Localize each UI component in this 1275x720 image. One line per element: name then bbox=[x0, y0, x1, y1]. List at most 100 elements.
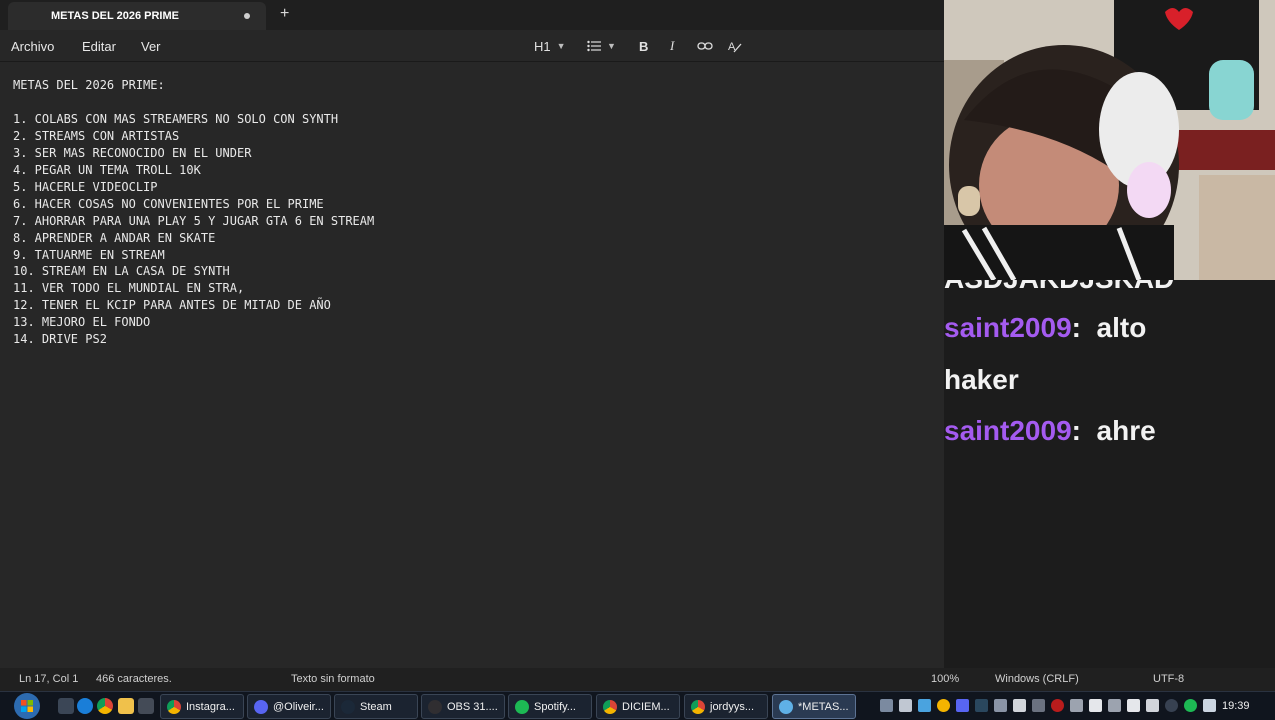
tray-icon[interactable] bbox=[918, 699, 931, 712]
tray-icon[interactable] bbox=[1051, 699, 1064, 712]
tray-icon[interactable] bbox=[1032, 699, 1045, 712]
heading-dropdown[interactable]: H1 ▼ bbox=[534, 36, 566, 56]
text-editor[interactable]: METAS DEL 2026 PRIME: 1. COLABS CON MAS … bbox=[0, 63, 944, 663]
tray-icon[interactable] bbox=[1108, 699, 1121, 712]
taskbar-task-label: OBS 31.... bbox=[447, 700, 498, 713]
document-line[interactable]: 7. AHORRAR PARA UNA PLAY 5 Y JUGAR GTA 6… bbox=[13, 213, 374, 230]
microphone-icon[interactable] bbox=[1146, 699, 1159, 712]
document-line[interactable]: 13. MEJORO EL FONDO bbox=[13, 314, 374, 331]
volume-icon[interactable] bbox=[1203, 699, 1216, 712]
document-line[interactable]: 5. HACERLE VIDEOCLIP bbox=[13, 179, 374, 196]
taskbar-task-label: @Oliveir... bbox=[273, 700, 324, 713]
chat-message-continuation: haker bbox=[944, 364, 1019, 396]
taskbar-task-label: DICIEM... bbox=[622, 700, 670, 713]
tray-icon[interactable] bbox=[1070, 699, 1083, 712]
document-line[interactable]: 2. STREAMS CON ARTISTAS bbox=[13, 128, 374, 145]
spotify-tray-icon[interactable] bbox=[1184, 699, 1197, 712]
heading-label: H1 bbox=[534, 38, 551, 54]
screen: METAS DEL 2026 PRIME + Archivo Editar Ve… bbox=[0, 0, 1275, 720]
taskbar-task-button[interactable]: *METAS... bbox=[772, 694, 856, 719]
settings-tray-icon[interactable] bbox=[880, 699, 893, 712]
steam-icon bbox=[341, 699, 355, 714]
document-line[interactable]: 12. TENER EL KCIP PARA ANTES DE MITAD DE… bbox=[13, 297, 374, 314]
folder-icon[interactable] bbox=[118, 698, 134, 714]
bold-button[interactable]: B bbox=[639, 36, 648, 56]
start-button[interactable] bbox=[10, 692, 44, 720]
tray-icon[interactable] bbox=[994, 699, 1007, 712]
taskbar-task-button[interactable]: Spotify... bbox=[508, 694, 592, 719]
document-body[interactable]: METAS DEL 2026 PRIME: 1. COLABS CON MAS … bbox=[13, 77, 374, 348]
chat-message-text: ASDJAKDJSKAD bbox=[944, 280, 1174, 294]
clear-formatting-icon: A bbox=[728, 41, 742, 53]
chevron-down-icon: ▼ bbox=[607, 41, 616, 51]
link-button[interactable] bbox=[697, 36, 713, 56]
discord-icon bbox=[254, 699, 268, 714]
obs-icon bbox=[428, 699, 442, 714]
document-line[interactable]: 8. APRENDER A ANDAR EN SKATE bbox=[13, 230, 374, 247]
steam-tray-icon[interactable] bbox=[975, 699, 988, 712]
tray-icon[interactable] bbox=[1089, 699, 1102, 712]
character-count: 466 caracteres. bbox=[96, 673, 172, 685]
chrome-icon[interactable] bbox=[97, 698, 113, 714]
spotify-icon bbox=[515, 699, 529, 714]
chat-message-text: alto bbox=[1096, 312, 1147, 343]
tray-icon[interactable] bbox=[1013, 699, 1026, 712]
show-desktop-icon[interactable] bbox=[58, 698, 74, 714]
taskbar-task-button[interactable]: @Oliveir... bbox=[247, 694, 331, 719]
taskbar-task-label: Instagra... bbox=[186, 700, 235, 713]
tray-icon[interactable] bbox=[899, 699, 912, 712]
tab-title: METAS DEL 2026 PRIME bbox=[51, 10, 179, 22]
battery-icon[interactable] bbox=[1127, 699, 1140, 712]
edge-icon[interactable] bbox=[77, 698, 93, 714]
document-line[interactable]: 14. DRIVE PS2 bbox=[13, 331, 374, 348]
document-line[interactable]: 3. SER MAS RECONOCIDO EN EL UNDER bbox=[13, 145, 374, 162]
clear-format-button[interactable]: A bbox=[728, 36, 742, 56]
taskbar-task-label: *METAS... bbox=[798, 700, 849, 713]
document-line[interactable]: METAS DEL 2026 PRIME: bbox=[13, 77, 374, 94]
taskbar-task-button[interactable]: DICIEM... bbox=[596, 694, 680, 719]
menu-editar[interactable]: Editar bbox=[82, 39, 116, 54]
chrome-icon bbox=[603, 699, 617, 714]
list-dropdown[interactable]: ▼ bbox=[587, 36, 616, 56]
discord-tray-icon[interactable] bbox=[956, 699, 969, 712]
document-line[interactable]: 6. HACER COSAS NO CONVENIENTES POR EL PR… bbox=[13, 196, 374, 213]
encoding[interactable]: UTF-8 bbox=[1153, 673, 1184, 685]
menu-ver[interactable]: Ver bbox=[141, 39, 161, 54]
webcam-feed bbox=[944, 0, 1275, 280]
taskbar-task-label: jordyys... bbox=[710, 700, 755, 713]
status-bar: Ln 17, Col 1 466 caracteres. Texto sin f… bbox=[0, 668, 1275, 691]
taskbar-task-button[interactable]: Instagra... bbox=[160, 694, 244, 719]
document-tab[interactable]: METAS DEL 2026 PRIME bbox=[8, 2, 266, 30]
taskbar-task-label: Spotify... bbox=[534, 700, 576, 713]
pinned-app-icon[interactable] bbox=[138, 698, 154, 714]
document-line[interactable] bbox=[13, 94, 374, 111]
line-ending[interactable]: Windows (CRLF) bbox=[995, 673, 1079, 685]
clock[interactable]: 19:39 bbox=[1222, 700, 1250, 712]
chevron-down-icon: ▼ bbox=[556, 41, 566, 51]
chat-message-text: ahre bbox=[1096, 415, 1156, 446]
chat-username: saint2009 bbox=[944, 415, 1072, 446]
taskbar-task-button[interactable]: OBS 31.... bbox=[421, 694, 505, 719]
menu-bar: Archivo Editar Ver H1 ▼ ▼ B I A bbox=[0, 30, 944, 62]
notepad-icon bbox=[779, 699, 793, 714]
zoom-level[interactable]: 100% bbox=[931, 673, 959, 685]
document-line[interactable]: 1. COLABS CON MAS STREAMERS NO SOLO CON … bbox=[13, 111, 374, 128]
bold-icon: B bbox=[639, 38, 649, 54]
new-tab-button[interactable]: + bbox=[280, 5, 289, 23]
text-format[interactable]: Texto sin formato bbox=[291, 673, 375, 685]
cursor-position[interactable]: Ln 17, Col 1 bbox=[19, 673, 78, 685]
document-line[interactable]: 10. STREAM EN LA CASA DE SYNTH bbox=[13, 263, 374, 280]
list-icon bbox=[587, 40, 601, 52]
italic-button[interactable]: I bbox=[670, 36, 674, 56]
obs-tray-icon[interactable] bbox=[1165, 699, 1178, 712]
title-bar: METAS DEL 2026 PRIME + bbox=[0, 0, 944, 30]
document-line[interactable]: 9. TATUARME EN STREAM bbox=[13, 247, 374, 264]
taskbar-task-button[interactable]: Steam bbox=[334, 694, 418, 719]
webcam-image bbox=[944, 0, 1275, 280]
document-line[interactable]: 4. PEGAR UN TEMA TROLL 10K bbox=[13, 162, 374, 179]
document-line[interactable]: 11. VER TODO EL MUNDIAL EN STRA, bbox=[13, 280, 374, 297]
menu-archivo[interactable]: Archivo bbox=[11, 39, 54, 54]
unsaved-dot-icon[interactable] bbox=[244, 13, 250, 19]
taskbar-task-button[interactable]: jordyys... bbox=[684, 694, 768, 719]
chrome-tray-icon[interactable] bbox=[937, 699, 950, 712]
